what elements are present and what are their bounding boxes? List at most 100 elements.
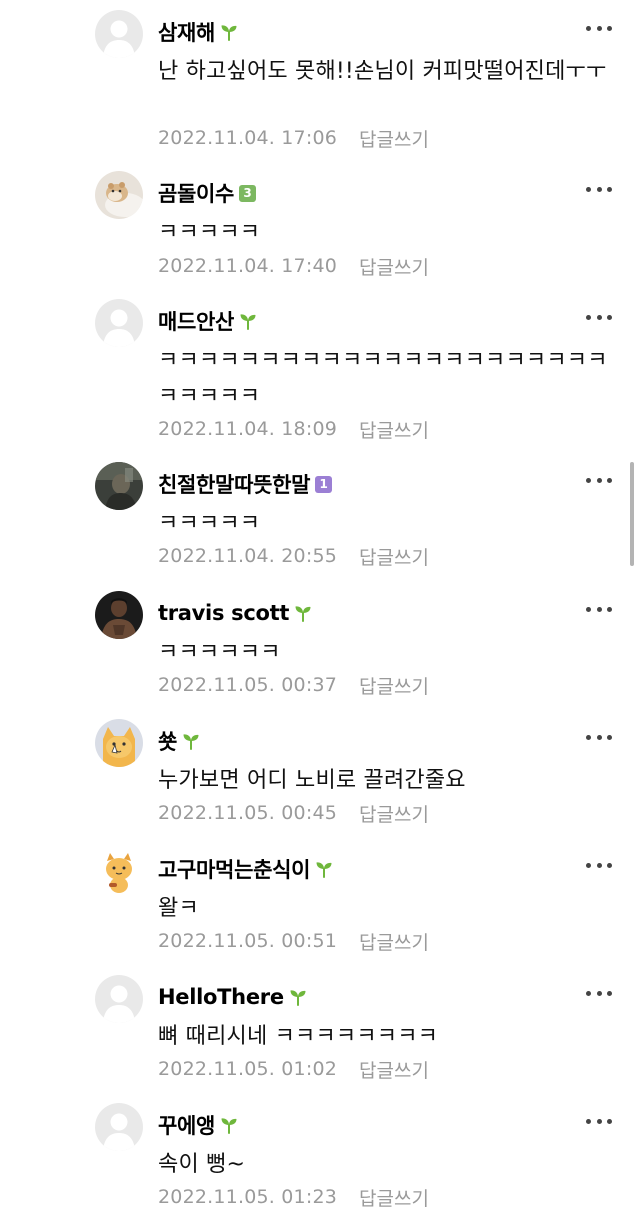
comment-body: 왈ㅋ [158,896,199,921]
dark-photo-profile-image [95,462,143,510]
avatar[interactable] [95,171,143,219]
comment-item: HelloThere 뼈 때리시네 ㅋㅋㅋㅋㅋㅋㅋㅋ 2022.11.05. 0… [0,975,640,1090]
reply-button[interactable]: 답글쓰기 [359,125,429,152]
hamster-profile-image [95,171,143,219]
comment-author-row: HelloThere [158,981,307,1013]
comment-body: ㅋㅋㅋㅋㅋ [158,220,261,245]
reply-button[interactable]: 답글쓰기 [359,1056,429,1083]
comment-item: 삼재해 난 하고싶어도 못해!!손님이 커피맛떨어진데ㅜㅜ 2022.11.04… [0,10,640,160]
more-options-button[interactable] [586,476,612,484]
comment-item: 고구마먹는춘식이 왈ㅋ 2022.11.05. 00:51 답글쓰기 [0,847,640,962]
comment-body: ㅋㅋㅋㅋㅋㅋ [158,640,281,665]
avatar[interactable] [95,299,143,347]
more-options-button[interactable] [586,605,612,613]
reply-button[interactable]: 답글쓰기 [359,800,429,827]
level-3-badge: 3 [239,184,257,202]
comment-date: 2022.11.05. 01:23 [158,1186,338,1208]
more-options-button[interactable] [586,1117,612,1125]
comment-author-row: travis scott [158,597,312,629]
comment-nickname[interactable]: travis scott [158,601,289,625]
comment-nickname[interactable]: 고구마먹는춘식이 [158,854,310,884]
comment-date: 2022.11.05. 00:45 [158,802,338,824]
avatar[interactable] [95,1103,143,1151]
reply-button[interactable]: 답글쓰기 [359,416,429,443]
comment-date: 2022.11.04. 20:55 [158,545,338,567]
comment-item: 매드안산 ㅋㅋㅋㅋㅋㅋㅋㅋㅋㅋㅋㅋㅋㅋㅋㅋㅋㅋㅋㅋㅋㅋㅋㅋㅋㅋㅋ 2022.11… [0,299,640,449]
default-profile-icon [95,299,143,347]
comment-date: 2022.11.04. 17:40 [158,255,338,277]
more-options-button[interactable] [586,989,612,997]
comment-author-row: 친절한말따뜻한말 1 [158,468,333,500]
comment-nickname[interactable]: 곰돌이수 [158,178,234,208]
comment-meta: 2022.11.05. 00:37 답글쓰기 [158,671,429,699]
reply-button[interactable]: 답글쓰기 [359,672,429,699]
comment-item: 곰돌이수 3 ㅋㅋㅋㅋㅋ 2022.11.04. 17:40 답글쓰기 [0,171,640,286]
comment-nickname[interactable]: 쑛 [158,726,177,756]
more-options-button[interactable] [586,185,612,193]
sprout-icon [294,604,312,622]
sprout-icon [182,732,200,750]
comment-body: 속이 뻥~ [158,1152,246,1177]
avatar[interactable] [95,847,143,895]
scrollbar-thumb[interactable] [630,462,634,566]
comment-body: 뼈 때리시네 ㅋㅋㅋㅋㅋㅋㅋㅋ [158,1024,439,1049]
comment-nickname[interactable]: 친절한말따뜻한말 [158,469,310,499]
comment-body: ㅋㅋㅋㅋㅋ [158,511,261,536]
more-options-button[interactable] [586,861,612,869]
default-profile-icon [95,975,143,1023]
sprout-icon [220,23,238,41]
comment-date: 2022.11.05. 00:37 [158,674,338,696]
comment-nickname[interactable]: 삼재해 [158,17,215,47]
comment-nickname[interactable]: 매드안산 [158,306,234,336]
comment-item: travis scott ㅋㅋㅋㅋㅋㅋ 2022.11.05. 00:37 답글… [0,591,640,706]
default-profile-icon [95,1103,143,1151]
comment-author-row: 삼재해 [158,16,238,48]
comment-date: 2022.11.05. 00:51 [158,930,338,952]
sprout-icon [220,1116,238,1134]
cat-profile-image [95,719,143,767]
comment-item: 쑛 누가보면 어디 노비로 끌려간줄요 2022.11.05. 00:45 답글… [0,719,640,834]
comment-meta: 2022.11.05. 01:02 답글쓰기 [158,1055,429,1083]
comment-nickname[interactable]: 꾸에앵 [158,1110,215,1140]
comment-item: 친절한말따뜻한말 1 ㅋㅋㅋㅋㅋ 2022.11.04. 20:55 답글쓰기 [0,462,640,577]
comment-nickname[interactable]: HelloThere [158,985,284,1009]
comment-date: 2022.11.04. 17:06 [158,127,338,149]
avatar[interactable] [95,10,143,58]
reply-button[interactable]: 답글쓰기 [359,543,429,570]
more-options-button[interactable] [586,313,612,321]
comment-author-row: 고구마먹는춘식이 [158,853,333,885]
comment-item: 꾸에앵 속이 뻥~ 2022.11.05. 01:23 답글쓰기 [0,1103,640,1214]
comment-meta: 2022.11.04. 17:40 답글쓰기 [158,252,429,280]
comment-author-row: 쑛 [158,725,200,757]
comment-body: 누가보면 어디 노비로 끌려간줄요 [158,768,466,793]
sprout-icon [239,312,257,330]
comment-body: 난 하고싶어도 못해!!손님이 커피맛떨어진데ㅜㅜ [158,59,607,84]
person-photo-profile-image [95,591,143,639]
comment-meta: 2022.11.05. 01:23 답글쓰기 [158,1183,429,1211]
comment-author-row: 곰돌이수 3 [158,177,257,209]
comment-meta: 2022.11.04. 17:06 답글쓰기 [158,124,429,152]
sprout-icon [315,860,333,878]
comment-meta: 2022.11.05. 00:45 답글쓰기 [158,799,429,827]
comment-meta: 2022.11.04. 20:55 답글쓰기 [158,542,429,570]
character-profile-image [95,847,143,895]
avatar[interactable] [95,975,143,1023]
comment-list: 삼재해 난 하고싶어도 못해!!손님이 커피맛떨어진데ㅜㅜ 2022.11.04… [0,0,640,1214]
reply-button[interactable]: 답글쓰기 [359,1184,429,1211]
comment-meta: 2022.11.04. 18:09 답글쓰기 [158,415,429,443]
comment-body: ㅋㅋㅋㅋㅋㅋㅋㅋㅋㅋㅋㅋㅋㅋㅋㅋㅋㅋㅋㅋㅋㅋㅋㅋㅋㅋㅋ [158,348,608,409]
avatar[interactable] [95,462,143,510]
reply-button[interactable]: 답글쓰기 [359,253,429,280]
reply-button[interactable]: 답글쓰기 [359,928,429,955]
more-options-button[interactable] [586,733,612,741]
comment-author-row: 꾸에앵 [158,1109,238,1141]
avatar[interactable] [95,719,143,767]
comment-author-row: 매드안산 [158,305,257,337]
level-1-badge: 1 [315,475,333,493]
default-profile-icon [95,10,143,58]
comment-date: 2022.11.04. 18:09 [158,418,338,440]
comment-date: 2022.11.05. 01:02 [158,1058,338,1080]
comment-meta: 2022.11.05. 00:51 답글쓰기 [158,927,429,955]
more-options-button[interactable] [586,24,612,32]
avatar[interactable] [95,591,143,639]
